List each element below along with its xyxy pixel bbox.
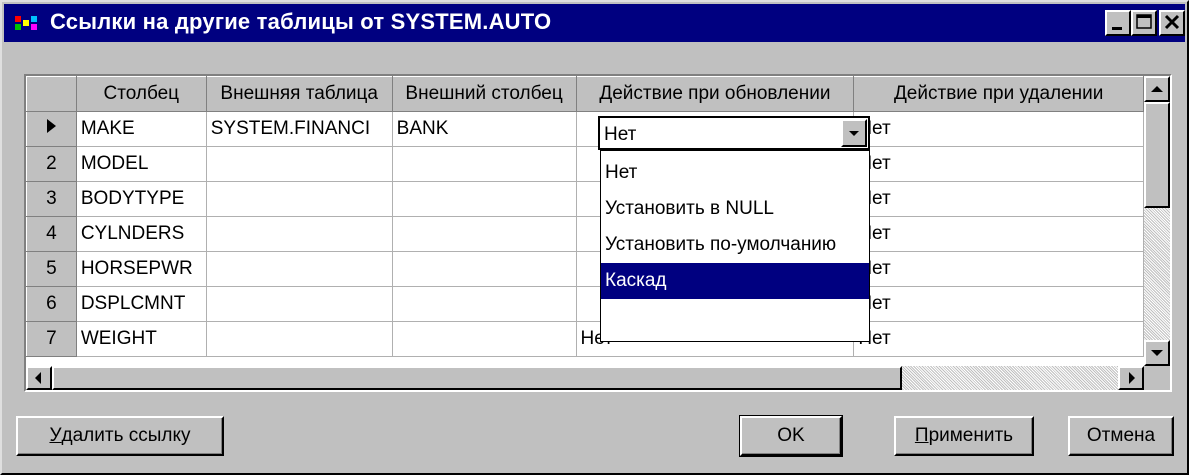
scroll-down-button[interactable] [1144,340,1170,366]
combo-dropdown-button[interactable] [841,119,867,147]
cell-foreign-column[interactable] [392,146,577,182]
cell-foreign-column[interactable] [392,216,577,252]
cell-column[interactable]: DSPLCMNT [76,286,207,322]
delete-link-button[interactable]: Удалить ссылку [16,416,224,456]
horizontal-scrollbar[interactable] [26,366,1144,390]
table-row[interactable]: MAKE SYSTEM.FINANCI BANK Нет [26,111,1144,147]
column-header-column[interactable]: Столбец [75,76,207,112]
window-title: Ссылки на другие таблицы от SYSTEM.AUTO [50,9,552,34]
row-header[interactable]: 5 [26,251,77,287]
references-table: Столбец Внешняя таблица Внешний столбец … [26,76,1144,357]
app-icon [14,12,40,34]
arrow-left-icon [35,372,41,384]
dropdown-option-cascade[interactable]: Каскад [601,263,869,299]
cell-column[interactable]: BODYTYPE [76,181,207,217]
cell-column[interactable]: CYLNDERS [76,216,207,252]
column-header-foreign-table[interactable]: Внешняя таблица [205,76,393,112]
row-header[interactable]: 3 [26,181,77,217]
references-grid: Столбец Внешняя таблица Внешний столбец … [24,74,1172,392]
row-header[interactable]: 2 [26,146,77,182]
current-row-arrow-icon [47,119,57,133]
table-row[interactable]: 4 CYLNDERS Нет [26,216,1144,252]
maximize-icon [1136,14,1152,29]
delete-link-label: далить ссылку [61,425,191,446]
cancel-button[interactable]: Отмена [1068,416,1174,456]
dropdown-option-set-default[interactable]: Установить по-умолчанию [601,227,869,263]
dropdown-option-set-null[interactable]: Установить в NULL [601,191,869,227]
horizontal-scroll-thumb[interactable] [52,366,902,390]
grid-cells: Столбец Внешняя таблица Внешний столбец … [26,76,1144,366]
cell-foreign-table[interactable] [206,321,393,357]
cell-foreign-column[interactable] [392,286,577,322]
row-header[interactable]: 7 [26,321,77,357]
cell-foreign-table[interactable] [206,216,393,252]
table-row[interactable]: 5 HORSEPWR Нет [26,251,1144,287]
grid-corner [26,76,77,112]
arrow-down-icon [1151,350,1163,356]
cell-foreign-table[interactable] [206,251,393,287]
column-header-on-delete[interactable]: Действие при удалении [853,76,1144,112]
ok-label: OK [777,425,805,446]
cell-on-delete[interactable]: Нет [853,111,1144,147]
cell-column[interactable]: MAKE [76,111,207,147]
dropdown-option-empty[interactable] [601,299,869,335]
maximize-button[interactable] [1131,10,1157,36]
on-update-dropdown-list: Нет Установить в NULL Установить по-умол… [600,150,870,342]
chevron-down-icon [849,131,859,136]
cell-on-delete[interactable]: Нет [853,146,1144,182]
vertical-scroll-thumb[interactable] [1144,102,1170,208]
delete-link-accel: У [49,425,62,446]
minimize-icon [1112,27,1122,30]
minimize-button[interactable] [1105,10,1131,36]
table-row[interactable]: 7 WEIGHT Нет Нет [26,321,1144,357]
cell-column[interactable]: MODEL [76,146,207,182]
cell-foreign-column[interactable]: BANK [392,111,577,147]
cell-column[interactable]: WEIGHT [76,321,207,357]
cell-foreign-column[interactable] [392,251,577,287]
apply-label: рименить [928,425,1014,446]
cancel-label: Отмена [1086,425,1156,446]
arrow-right-icon [1129,372,1135,384]
ok-button[interactable]: OK [739,415,843,457]
cell-foreign-column[interactable] [392,181,577,217]
close-button[interactable] [1159,10,1185,36]
scroll-left-button[interactable] [26,366,52,390]
cell-foreign-table[interactable]: SYSTEM.FINANCI [206,111,393,147]
row-header[interactable]: 4 [26,216,77,252]
scrollbar-corner [1144,366,1170,390]
row-header-current[interactable] [26,111,77,147]
cell-on-delete[interactable]: Нет [853,321,1144,357]
cell-foreign-table[interactable] [206,286,393,322]
table-row[interactable]: 2 MODEL Нет [26,146,1144,182]
dialog-window: Ссылки на другие таблицы от SYSTEM.AUTO … [0,0,1189,475]
cell-foreign-table[interactable] [206,181,393,217]
column-header-foreign-column[interactable]: Внешний столбец [391,76,577,112]
table-row[interactable]: 3 BODYTYPE Нет [26,181,1144,217]
on-update-combo[interactable]: Нет [598,116,870,150]
cell-on-delete[interactable]: Нет [853,251,1144,287]
cell-foreign-table[interactable] [206,146,393,182]
cell-foreign-column[interactable] [392,321,577,357]
apply-button[interactable]: Применить [894,416,1034,456]
close-icon [1164,14,1180,30]
header-row: Столбец Внешняя таблица Внешний столбец … [26,76,1144,112]
vertical-scrollbar[interactable] [1144,76,1170,366]
arrow-up-icon [1151,86,1163,92]
apply-accel: П [914,425,929,446]
dropdown-option-none[interactable]: Нет [601,155,869,191]
title-bar[interactable]: Ссылки на другие таблицы от SYSTEM.AUTO [4,4,1185,42]
cell-on-delete[interactable]: Нет [853,181,1144,217]
row-header[interactable]: 6 [26,286,77,322]
scroll-right-button[interactable] [1118,366,1144,390]
table-row[interactable]: 6 DSPLCMNT Нет [26,286,1144,322]
cell-column[interactable]: HORSEPWR [76,251,207,287]
column-header-on-update[interactable]: Действие при обновлении [575,76,855,112]
combo-value: Нет [604,124,637,145]
scroll-up-button[interactable] [1144,76,1170,102]
cell-on-delete[interactable]: Нет [853,286,1144,322]
cell-on-delete[interactable]: Нет [853,216,1144,252]
